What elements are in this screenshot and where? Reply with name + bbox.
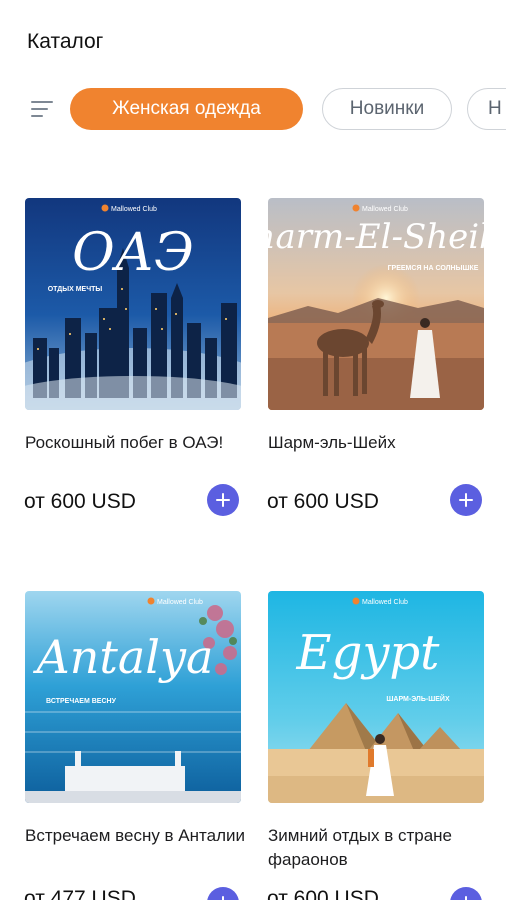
page-title: Каталог bbox=[27, 30, 104, 53]
image-headline: Antalya bbox=[33, 630, 214, 684]
filter-bar: Женская одежда Новинки Н bbox=[0, 86, 506, 132]
chip-partial[interactable]: Н bbox=[467, 88, 506, 130]
chip-womens-clothing[interactable]: Женская одежда bbox=[70, 88, 303, 130]
product-price: от 600 USD bbox=[267, 490, 379, 513]
image-headline: ОАЭ bbox=[72, 223, 194, 283]
image-subheadline: ОТДЫХ МЕЧТЫ bbox=[48, 286, 103, 293]
product-image-sharm[interactable]: Mallowed Club Sharm-El-Sheikh ГРЕЕМСЯ НА… bbox=[268, 198, 484, 410]
add-to-cart-button[interactable] bbox=[450, 484, 482, 516]
brand-logo-text: Mallowed Club bbox=[157, 599, 203, 606]
brand-logo-text: Mallowed Club bbox=[111, 206, 157, 213]
brand-logo-text: Mallowed Club bbox=[362, 206, 408, 213]
product-price: от 600 USD bbox=[267, 887, 379, 900]
add-to-cart-button[interactable] bbox=[450, 887, 482, 900]
image-headline: Egypt bbox=[296, 625, 441, 681]
chip-partial-label: Н bbox=[488, 98, 502, 119]
add-to-cart-button[interactable] bbox=[207, 887, 239, 900]
image-headline: Sharm-El-Sheikh bbox=[268, 217, 484, 257]
brand-logo-text: Mallowed Club bbox=[362, 599, 408, 606]
image-subheadline: ВСТРЕЧАЕМ ВЕСНУ bbox=[46, 698, 117, 705]
product-image-antalya[interactable]: Mallowed Club Antalya ВСТРЕЧАЕМ ВЕСНУ bbox=[25, 591, 241, 803]
product-image-egypt[interactable]: Mallowed Club Egypt ШАРМ-ЭЛЬ-ШЕЙХ bbox=[268, 591, 484, 803]
catalog-screen: Каталог Женская одежда Новинки Н Mallowe… bbox=[0, 0, 506, 900]
image-subheadline: ШАРМ-ЭЛЬ-ШЕЙХ bbox=[386, 694, 450, 703]
image-subheadline: ГРЕЕМСЯ НА СОЛНЫШКЕ bbox=[388, 265, 479, 272]
product-title[interactable]: Роскошный побег в ОАЭ! bbox=[25, 431, 255, 455]
product-price: от 477 USD bbox=[24, 887, 136, 900]
product-price: от 600 USD bbox=[24, 490, 136, 513]
product-image-uae[interactable]: Mallowed Club ОАЭ ОТДЫХ МЕЧТЫ bbox=[25, 198, 241, 410]
product-title[interactable]: Встречаем весну в Анталии bbox=[25, 824, 255, 848]
product-title[interactable]: Зимний отдых в стране фараонов bbox=[268, 824, 498, 872]
chip-new-arrivals[interactable]: Новинки bbox=[322, 88, 452, 130]
product-title[interactable]: Шарм-эль-Шейх bbox=[268, 431, 498, 455]
menu-icon[interactable] bbox=[31, 99, 53, 119]
add-to-cart-button[interactable] bbox=[207, 484, 239, 516]
